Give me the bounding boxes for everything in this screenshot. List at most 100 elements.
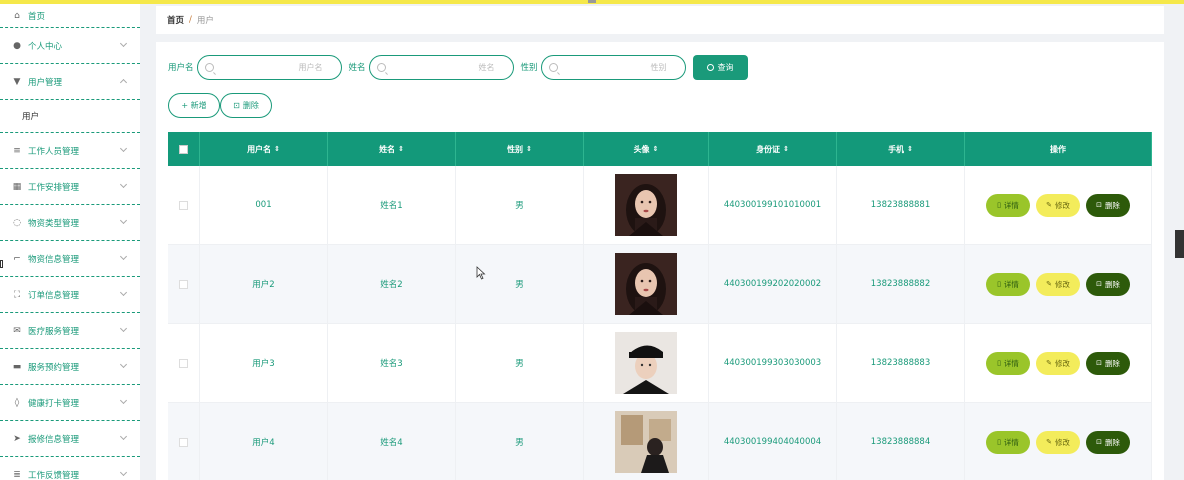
bulk-delete-button[interactable]: ⊡ 删除 (220, 93, 272, 118)
crop-icon: ⌐ (13, 253, 21, 264)
sidebar-subitem-users[interactable]: 用户 (0, 100, 140, 133)
sidebar-item-work-feedback[interactable]: ≣ 工作反馈管理 (0, 457, 140, 480)
side-drawer-handle[interactable] (1175, 230, 1184, 258)
add-button[interactable]: + 新增 (168, 93, 220, 118)
row-checkbox[interactable] (179, 279, 188, 289)
id-card-cell: 440300199303030003 (709, 324, 837, 402)
sidebar-subitem-label: 用户 (22, 112, 40, 122)
select-all-header (168, 132, 200, 166)
header-avatar[interactable]: 头像 ⇕ (584, 132, 709, 166)
phone-cell: 13823888882 (837, 245, 965, 323)
main-panel: 用户名 姓名 性别 查询 + 新增 ⊡ 删除 用户名⇕ 姓名⇕ (156, 42, 1164, 480)
query-button[interactable]: 查询 (692, 54, 748, 80)
chevron-up-icon (119, 78, 128, 87)
mouse-cursor-icon (476, 266, 486, 280)
delete-button[interactable]: ⊡ 删除 (1086, 272, 1130, 296)
table-row: 用户3 姓名3 男 440300199303030003 13823888883… (168, 324, 1152, 403)
sidebar-item-order-info[interactable]: ⛶ 订单信息管理 (0, 277, 140, 313)
row-checkbox[interactable] (179, 437, 188, 447)
user-icon: ● (13, 40, 21, 51)
header-label: 手机 (888, 144, 905, 154)
document-icon: ▯ (997, 280, 1001, 288)
chevron-down-icon (119, 252, 128, 261)
header-label: 姓名 (379, 144, 396, 154)
row-checkbox[interactable] (179, 200, 188, 210)
sidebar-item-service-booking[interactable]: ▬ 服务预约管理 (0, 349, 140, 385)
header-username[interactable]: 用户名 ⇕ (200, 132, 328, 166)
sort-icon[interactable]: ⇕ (907, 145, 913, 153)
sidebar-item-supply-info[interactable]: ⌐ 物资信息管理 (0, 241, 140, 277)
detail-button[interactable]: ▯ 详情 (986, 351, 1030, 375)
header-id-card[interactable]: 身份证 ⇕ (709, 132, 837, 166)
delete-button[interactable]: ⊡ 删除 (1086, 351, 1130, 375)
gender-cell: 男 (456, 245, 584, 323)
id-card-cell: 440300199101010001 (709, 166, 837, 244)
header-gender[interactable]: 性别 ⇕ (456, 132, 584, 166)
document-icon: ▯ (997, 438, 1001, 446)
sidebar-item-health-checkin[interactable]: ◊ 健康打卡管理 (0, 385, 140, 421)
username-input[interactable] (197, 55, 341, 79)
avatar (615, 253, 677, 315)
sort-icon[interactable]: ⇕ (526, 145, 532, 153)
detail-button[interactable]: ▯ 详情 (986, 430, 1030, 454)
gender-input[interactable] (541, 55, 685, 79)
avatar-cell (584, 166, 709, 244)
sort-icon[interactable]: ⇕ (653, 145, 659, 153)
sidebar-item-medical-service[interactable]: ✉ 医疗服务管理 (0, 313, 140, 349)
chevron-down-icon (119, 216, 128, 225)
sidebar-item-user-management[interactable]: ▼ 用户管理 (0, 64, 140, 100)
pencil-icon: ✎ (1046, 201, 1052, 209)
sidebar-item-staff-management[interactable]: ≡ 工作人员管理 (0, 133, 140, 169)
search-icon (706, 63, 714, 71)
gender-cell: 男 (456, 403, 584, 480)
edit-button[interactable]: ✎ 修改 (1036, 272, 1080, 296)
sidebar-item-repair-info[interactable]: ➤ 报修信息管理 (0, 421, 140, 457)
pencil-icon: ✎ (1046, 280, 1052, 288)
sort-icon[interactable]: ⇕ (274, 145, 280, 153)
sidebar-item-label: 物资信息管理 (28, 254, 80, 265)
trash-icon: ⊡ (1096, 201, 1102, 209)
header-name[interactable]: 姓名 ⇕ (328, 132, 456, 166)
pencil-icon: ✎ (1046, 359, 1052, 367)
name-search-field[interactable] (368, 54, 514, 80)
name-input[interactable] (369, 55, 513, 79)
gender-search-field[interactable] (540, 54, 686, 80)
detail-button[interactable]: ▯ 详情 (986, 272, 1030, 296)
row-checkbox[interactable] (179, 358, 188, 368)
sidebar-item-supply-type[interactable]: ◌ 物资类型管理 (0, 205, 140, 241)
select-all-checkbox[interactable] (179, 144, 188, 154)
search-icon (376, 62, 386, 72)
sidebar-item-work-schedule[interactable]: ▦ 工作安排管理 (0, 169, 140, 205)
edit-button[interactable]: ✎ 修改 (1036, 430, 1080, 454)
name-cell: 姓名2 (328, 245, 456, 323)
header-phone[interactable]: 手机 ⇕ (837, 132, 965, 166)
username-search-field[interactable] (196, 54, 342, 80)
operations-cell: ▯ 详情 ✎ 修改 ⊡ 删除 (965, 324, 1152, 402)
username-cell: 用户3 (200, 324, 328, 402)
detail-button[interactable]: ▯ 详情 (986, 193, 1030, 217)
document-icon: ▯ (997, 201, 1001, 209)
sort-icon[interactable]: ⇕ (398, 145, 404, 153)
breadcrumb-separator: / (189, 15, 192, 25)
gender-cell: 男 (456, 324, 584, 402)
chevron-down-icon (119, 468, 128, 477)
sort-icon[interactable]: ⇕ (783, 145, 789, 153)
sidebar-item-label: 用户管理 (28, 77, 63, 88)
edit-button[interactable]: ✎ 修改 (1036, 193, 1080, 217)
delete-button[interactable]: ⊡ 删除 (1086, 430, 1130, 454)
sidebar-item-label: 健康打卡管理 (28, 398, 80, 409)
header-operations: 操作 (965, 132, 1152, 166)
edit-button[interactable]: ✎ 修改 (1036, 351, 1080, 375)
operations-cell: ▯ 详情 ✎ 修改 ⊡ 删除 (965, 166, 1152, 244)
action-bar: + 新增 ⊡ 删除 (168, 93, 272, 118)
name-cell: 姓名4 (328, 403, 456, 480)
edit-label: 修改 (1054, 437, 1070, 447)
sidebar-item-label: 个人中心 (28, 41, 63, 52)
delete-label: 删除 (1104, 279, 1120, 289)
username-cell: 001 (200, 166, 328, 244)
sidebar-item-home[interactable]: ⌂ 首页 (0, 4, 140, 28)
sidebar-item-personal-center[interactable]: ● 个人中心 (0, 28, 140, 64)
delete-button[interactable]: ⊡ 删除 (1086, 193, 1130, 217)
send-icon: ➤ (13, 433, 21, 444)
breadcrumb-home[interactable]: 首页 (167, 14, 184, 26)
